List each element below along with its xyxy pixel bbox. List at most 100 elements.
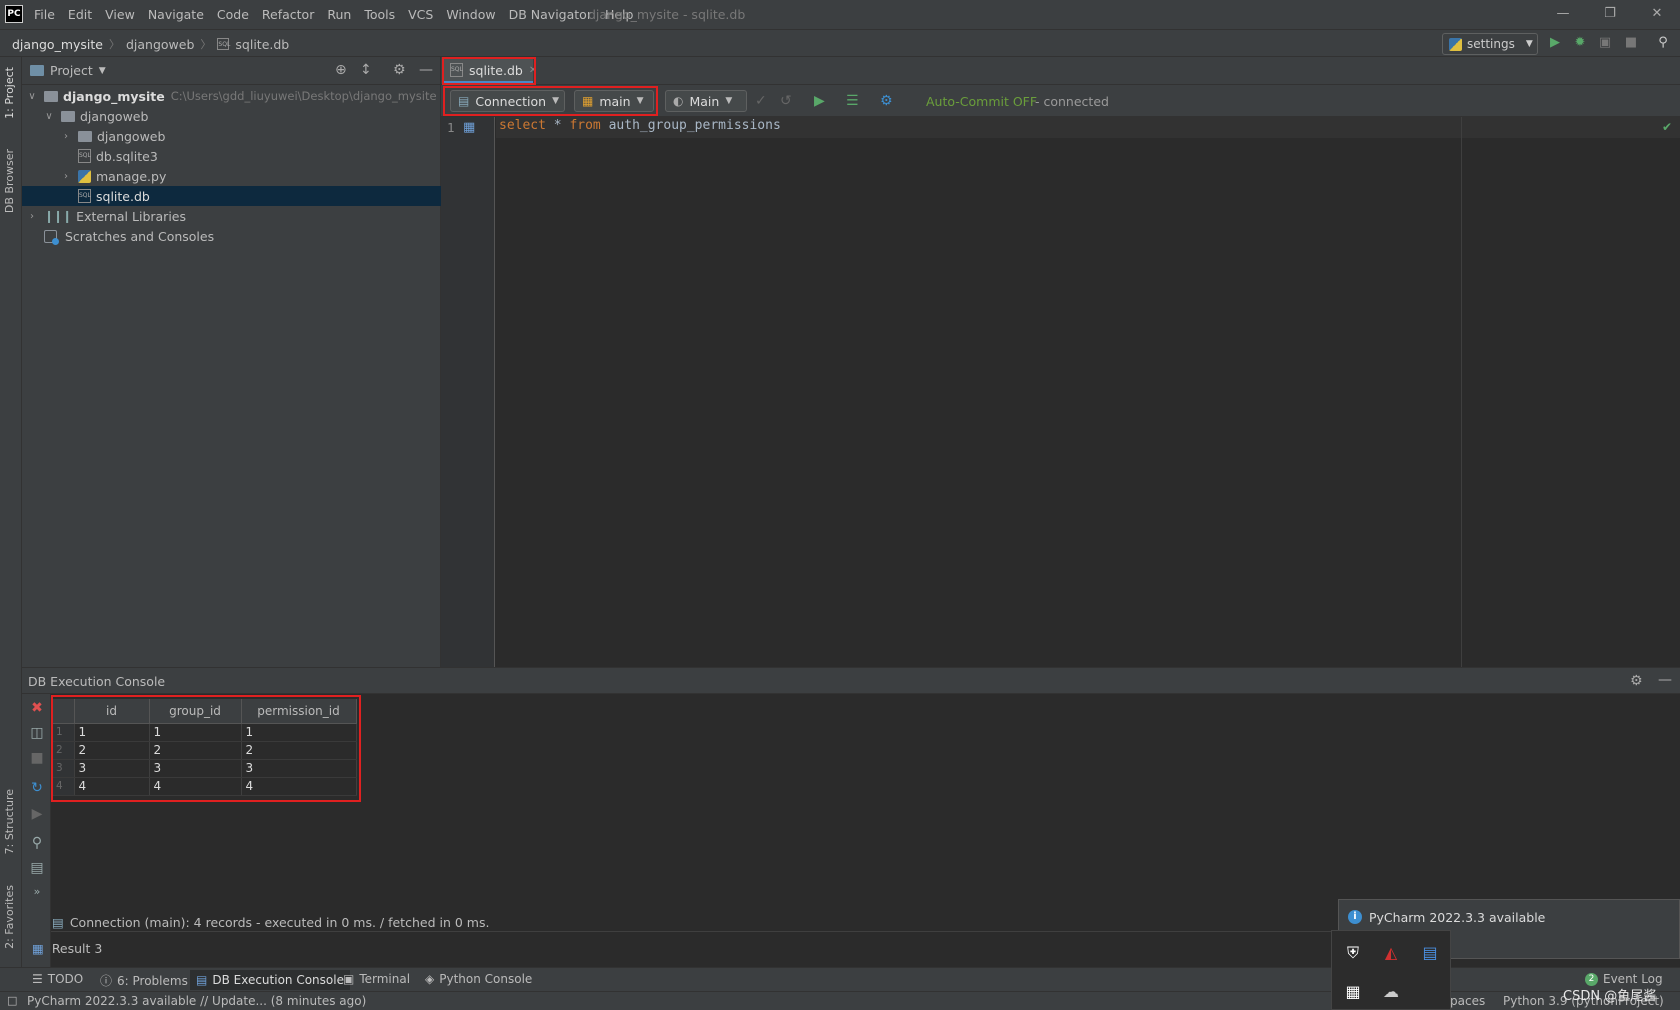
collapse-all-icon[interactable]: ↕ — [360, 62, 372, 78]
tree-item-sqlite-db[interactable]: SQL sqlite.db — [22, 186, 441, 206]
chevron-right-icon[interactable]: › — [26, 211, 38, 222]
scratches-icon — [44, 229, 59, 245]
execute-script-icon[interactable]: ☰ — [846, 93, 859, 109]
sql-keyword: from — [569, 118, 601, 133]
tool-window-structure[interactable]: 7: Structure — [3, 789, 16, 854]
stop-icon[interactable]: ■ — [28, 750, 46, 766]
mcafee-icon[interactable]: ◭ — [1380, 943, 1402, 962]
commit-icon[interactable]: ✓ — [755, 93, 767, 109]
breadcrumb-folder[interactable]: djangoweb — [126, 37, 194, 52]
tree-item-django-mysite[interactable]: ∨ django_mysite C:\Users\gdd_liuyuwei\De… — [22, 86, 441, 106]
console-header: DB Execution Console ⚙ — — [22, 667, 1680, 694]
tree-item-label: djangoweb — [80, 108, 149, 124]
tree-item-djangoweb-sub[interactable]: › djangoweb — [22, 126, 441, 146]
shield-icon[interactable]: ⛨ — [1342, 943, 1364, 963]
folder-icon — [44, 90, 58, 102]
menu-code[interactable]: Code — [217, 7, 249, 22]
menu-window[interactable]: Window — [446, 7, 495, 22]
result-tab[interactable]: ▦ Result 3 — [32, 941, 102, 956]
status-bar-toggle-icon[interactable]: □ — [7, 994, 17, 1007]
python-file-icon — [78, 169, 91, 183]
chevron-down-icon[interactable]: ∨ — [43, 111, 55, 122]
divider — [51, 931, 1351, 932]
autocommit-status: Auto-Commit OFF — [926, 94, 1038, 109]
menu-refactor[interactable]: Refactor — [262, 7, 314, 22]
rollback-icon[interactable]: ↺ — [780, 93, 792, 109]
gear-icon[interactable]: ⚙ — [393, 62, 406, 78]
event-count-badge: 2 — [1585, 972, 1598, 986]
tool-window-favorites[interactable]: 2: Favorites — [3, 885, 16, 949]
menu-file[interactable]: File — [34, 7, 55, 22]
tool-window-project[interactable]: 1: Project — [3, 67, 16, 119]
gear-icon[interactable]: ⚙ — [1630, 673, 1643, 689]
schema-selector[interactable]: ▦ main ▼ — [574, 90, 654, 112]
close-window-icon[interactable]: ✕ — [1647, 6, 1667, 21]
tree-item-djangoweb[interactable]: ∨ djangoweb — [22, 106, 441, 126]
settings-gear-icon[interactable]: ⚙ — [880, 93, 893, 109]
find-in-results-icon[interactable]: ◫ — [28, 725, 46, 741]
minimize-icon[interactable]: — — [1553, 6, 1573, 21]
menu-tools[interactable]: Tools — [364, 7, 395, 22]
menu-view[interactable]: View — [105, 7, 135, 22]
project-view-selector[interactable]: Project ▼ — [30, 63, 106, 78]
more-icon[interactable]: » — [28, 885, 46, 898]
execute-icon[interactable]: ▶ — [28, 806, 46, 822]
status-message[interactable]: PyCharm 2022.3.3 available // Update... … — [27, 994, 366, 1008]
tab-todo[interactable]: ☰ TODO — [32, 972, 83, 986]
editor-toolbar: ▤ Connection ▼ ▦ main ▼ ◐ Main ▼ ✓ ↺ ▶ ☰… — [441, 85, 1680, 117]
tab-problems[interactable]: ⓘ 6: Problems — [100, 972, 188, 989]
coverage-icon[interactable]: ▣ — [1596, 35, 1614, 50]
tab-label: Terminal — [359, 972, 411, 986]
hide-panel-icon[interactable]: — — [419, 62, 433, 78]
menu-db-navigator[interactable]: DB Navigator — [509, 7, 592, 22]
sql-star: * — [545, 118, 570, 133]
chevron-right-icon[interactable]: › — [60, 171, 72, 182]
menu-edit[interactable]: Edit — [68, 7, 92, 22]
python-icon: ◈ — [425, 972, 435, 986]
tab-db-execution-console[interactable]: ▤ DB Execution Console — [190, 970, 350, 990]
notification-title: PyCharm 2022.3.3 available — [1369, 910, 1546, 925]
tab-terminal[interactable]: ▣ Terminal — [343, 972, 410, 986]
breadcrumb-project[interactable]: django_mysite — [12, 37, 103, 52]
app-grid-icon[interactable]: ▦ — [1342, 982, 1364, 1001]
tree-item-external-libraries[interactable]: › ❙❙❙ External Libraries — [22, 206, 441, 226]
tool-window-db-browser[interactable]: DB Browser — [3, 149, 16, 213]
menu-run[interactable]: Run — [327, 7, 351, 22]
debug-icon[interactable]: ✹ — [1571, 35, 1589, 50]
editor-gutter: 1 ▦ — [441, 117, 495, 667]
run-icon[interactable]: ▶ — [1546, 35, 1564, 50]
run-config-selector[interactable]: settings ▼ — [1442, 33, 1538, 55]
table-icon: ▦ — [463, 120, 476, 135]
hide-panel-icon[interactable]: — — [1658, 672, 1672, 688]
export-icon[interactable]: ▤ — [28, 860, 46, 876]
menu-navigate[interactable]: Navigate — [148, 7, 204, 22]
execute-statement-icon[interactable]: ▶ — [814, 93, 825, 109]
tab-python-console[interactable]: ◈ Python Console — [425, 972, 532, 986]
indent-status[interactable]: paces — [1450, 994, 1485, 1008]
refresh-icon[interactable]: ↻ — [28, 780, 46, 796]
close-icon[interactable]: ✖ — [28, 700, 46, 716]
breadcrumb: django_mysite 〉 djangoweb 〉 SQL sqlite.d… — [12, 30, 289, 58]
tree-item-manage-py[interactable]: › manage.py — [22, 166, 441, 186]
chevron-down-icon: ▼ — [636, 96, 644, 106]
document-icon[interactable]: ▤ — [1419, 943, 1441, 962]
zoom-icon[interactable]: ⚲ — [28, 835, 46, 851]
breadcrumb-file[interactable]: sqlite.db — [235, 37, 289, 52]
chevron-right-icon[interactable]: › — [60, 131, 72, 142]
project-panel-header: Project ▼ ⊕ ↕ ⚙ — — [22, 57, 441, 85]
tree-item-db-sqlite3[interactable]: SQL db.sqlite3 — [22, 146, 441, 166]
search-icon[interactable]: ⚲ — [1654, 35, 1672, 50]
sql-editor[interactable] — [441, 117, 1680, 667]
cloud-off-icon[interactable]: ☁ — [1380, 982, 1402, 1001]
tree-item-scratches[interactable]: Scratches and Consoles — [22, 226, 441, 246]
tree-item-label: django_mysite — [63, 88, 165, 104]
session-selector[interactable]: ◐ Main ▼ — [665, 90, 747, 112]
restore-icon[interactable]: ❐ — [1600, 6, 1620, 21]
chevron-down-icon[interactable]: ∨ — [26, 91, 38, 102]
locate-icon[interactable]: ⊕ — [335, 62, 347, 78]
sql-file-icon: SQL — [78, 189, 91, 203]
stop-icon[interactable]: ■ — [1622, 35, 1640, 50]
menu-vcs[interactable]: VCS — [408, 7, 433, 22]
connection-selector[interactable]: ▤ Connection ▼ — [450, 90, 565, 112]
event-log-button[interactable]: 2 Event Log — [1585, 972, 1663, 986]
